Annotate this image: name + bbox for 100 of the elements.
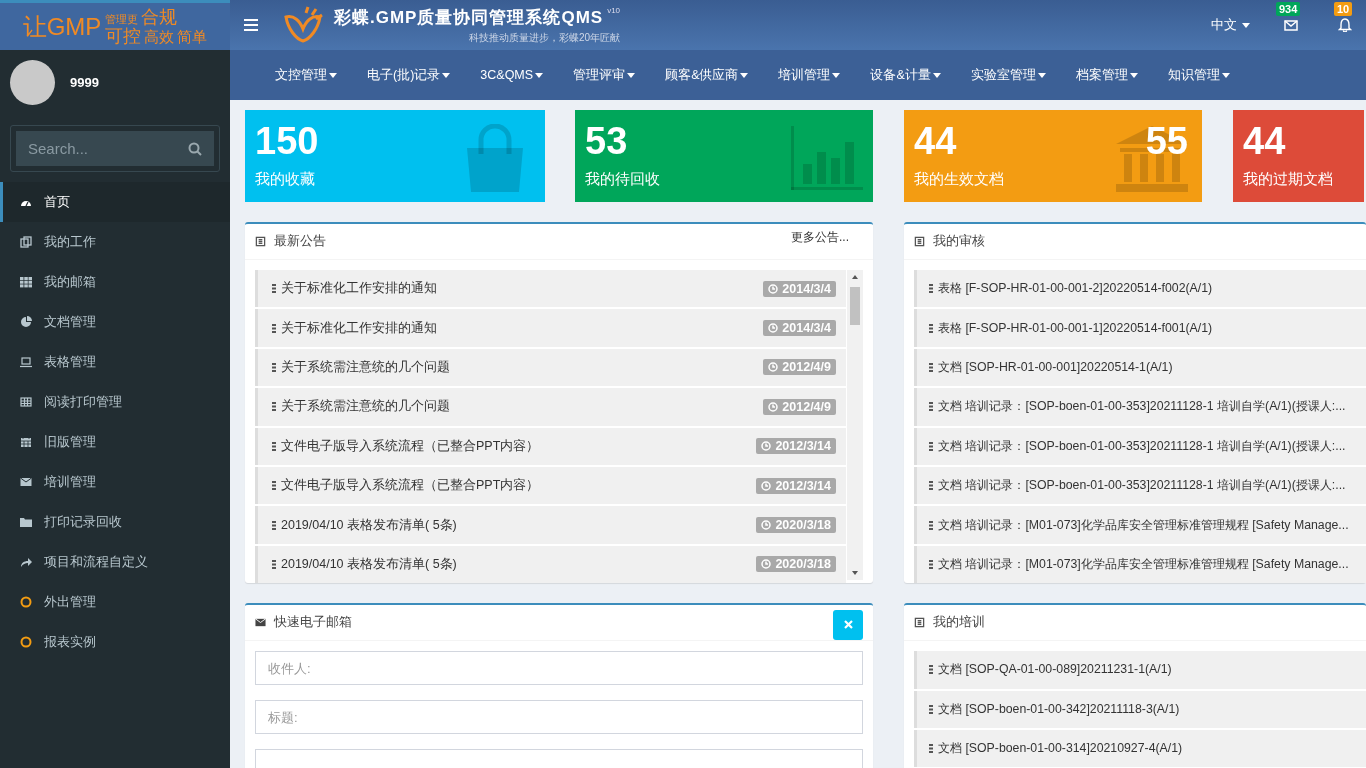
search-field[interactable]: Search...	[16, 131, 214, 166]
scrollbar[interactable]	[847, 270, 863, 580]
grip-icon	[929, 665, 933, 675]
laptop-icon	[20, 356, 32, 368]
announcement-item[interactable]: 2019/04/10 表格发布清单( 5条) 2020/3/18	[255, 506, 846, 544]
training-item[interactable]: 文档 [SOP-QA-01-00-089]20211231-1(A/1)	[914, 651, 1366, 689]
share-arrow-icon	[20, 556, 32, 568]
nav-menu[interactable]: 设备&计量	[870, 66, 941, 84]
review-item[interactable]: 文档 培训记录：[M01-073]化学品库安全管理标准管理规程 [Safety Manage...	[914, 545, 1366, 584]
review-item[interactable]: 文档 培训记录：[SOP-boen-01-00-353]20211128-1 培训自学(A/1)(授课人:...	[914, 388, 1366, 426]
logo-text: 可控	[105, 27, 142, 45]
grip-icon	[929, 402, 933, 412]
announcement-item[interactable]: 关于系统需注意统的几个问题 2012/4/9	[255, 388, 846, 426]
item-title: 文档 培训记录：[SOP-boen-01-00-353]20211128-1 培训自学(A/1)(授课人:...	[938, 477, 1346, 495]
sidebar-item[interactable]: 培训管理	[0, 462, 230, 502]
language-dropdown[interactable]: 中文	[1211, 16, 1250, 34]
grip-icon	[929, 704, 933, 714]
review-item[interactable]: 文档 培训记录：[SOP-boen-01-00-353]20211128-1 培训自学(A/1)(授课人:...	[914, 466, 1366, 505]
nav-menu[interactable]: 管理评审	[573, 66, 636, 84]
user-name: 9999	[70, 75, 99, 90]
announcement-title: 关于系统需注意统的几个问题	[281, 358, 450, 376]
sidebar-item[interactable]: 打印记录回收	[0, 502, 230, 542]
nav-menu[interactable]: 培训管理	[778, 66, 841, 84]
announcement-title: 关于标准化工作安排的通知	[281, 319, 437, 337]
announcement-item[interactable]: 关于系统需注意统的几个问题 2012/4/9	[255, 348, 846, 387]
stat-label: 我的生效文档	[914, 170, 1004, 189]
item-title: 文档 [SOP-boen-01-00-314]20210927-4(A/1)	[938, 740, 1183, 758]
sidebar-item[interactable]: 文档管理	[0, 302, 230, 342]
announcement-item[interactable]: 关于标准化工作安排的通知 2014/3/4	[255, 309, 846, 347]
caret-icon	[442, 72, 451, 78]
slogan: 科技推动质量进步，彩蝶20年匠献	[468, 30, 621, 45]
calendar-icon	[20, 436, 32, 448]
item-title: 文档 培训记录：[SOP-boen-01-00-353]20211128-1 培训自学(A/1)(授课人:...	[938, 398, 1346, 416]
nav-menu[interactable]: 实验室管理	[970, 66, 1046, 84]
nav-menu[interactable]: 文控管理	[275, 66, 337, 84]
review-item[interactable]: 文档 培训记录：[SOP-boen-01-00-353]20211128-1 培训自学(A/1)(授课人:...	[914, 427, 1366, 465]
grip-icon	[272, 520, 276, 530]
mail-icon[interactable]	[1284, 18, 1298, 32]
recipient-field[interactable]: 收件人:	[255, 651, 863, 686]
date-badge: 2012/4/9	[763, 359, 836, 376]
grip-icon	[929, 559, 933, 569]
date-badge: 2020/3/18	[756, 517, 836, 534]
sidebar-item[interactable]: 首页	[0, 182, 230, 222]
envelope-icon	[20, 476, 32, 488]
nav-menu[interactable]: 3C&QMS	[480, 68, 544, 82]
close-button[interactable]	[833, 609, 863, 640]
sidebar-item[interactable]: 项目和流程自定义	[0, 542, 230, 582]
caret-icon	[1242, 22, 1250, 28]
sidebar-item[interactable]: 外出管理	[0, 582, 230, 622]
date-badge: 2012/4/9	[763, 398, 836, 415]
item-title: 表格 [F-SOP-HR-01-00-001-2]20220514-f002(A/1)	[938, 280, 1213, 298]
sidebar-item[interactable]: 旧版管理	[0, 422, 230, 462]
subject-field[interactable]: 标题:	[255, 700, 863, 735]
table-icon	[20, 396, 32, 408]
search-icon[interactable]	[188, 142, 202, 156]
review-item[interactable]: 表格 [F-SOP-HR-01-00-001-2]20220514-f002(A/1)	[914, 270, 1366, 308]
announcement-title: 文件电子版导入系统流程（已整合PPT内容）	[281, 437, 540, 455]
announcement-item[interactable]: 文件电子版导入系统流程（已整合PPT内容） 2012/3/14	[255, 427, 846, 465]
training-item[interactable]: 文档 [SOP-boen-01-00-314]20210927-4(A/1)	[914, 729, 1366, 768]
sidebar-item[interactable]: 我的邮箱	[0, 262, 230, 302]
review-item[interactable]: 表格 [F-SOP-HR-01-00-001-1]20220514-f001(A/1)	[914, 309, 1366, 347]
item-title: 表格 [F-SOP-HR-01-00-001-1]20220514-f001(A/1)	[938, 319, 1213, 337]
clipboard-icon	[255, 236, 266, 247]
bell-icon[interactable]	[1338, 18, 1352, 32]
announcement-item[interactable]: 2019/04/10 表格发布清单( 5条) 2020/3/18	[255, 545, 846, 584]
more-link[interactable]: 更多公告...	[791, 229, 849, 246]
caret-icon	[832, 72, 841, 78]
panel-title: 快速电子邮箱	[274, 614, 352, 632]
clock-icon	[761, 559, 772, 570]
stat-card[interactable]: 44 我的过期文档	[1233, 110, 1364, 202]
caret-icon	[329, 72, 337, 78]
stat-label: 我的收藏	[255, 170, 315, 189]
date-badge: 2012/3/14	[756, 477, 836, 494]
sidebar-item[interactable]: 阅读打印管理	[0, 382, 230, 422]
clock-icon	[761, 480, 772, 491]
nav-menu[interactable]: 知识管理	[1167, 66, 1230, 84]
sidebar-item[interactable]: 我的工作	[0, 222, 230, 262]
announcement-item[interactable]: 关于标准化工作安排的通知 2014/3/4	[255, 270, 846, 308]
grip-icon	[272, 323, 276, 333]
nav-menu[interactable]: 顾客&供应商	[665, 66, 749, 84]
menu-icon[interactable]	[244, 19, 258, 31]
caret-icon	[1221, 72, 1230, 78]
logo-text: 简单	[177, 27, 208, 45]
caret-icon	[1129, 72, 1138, 78]
nav-menu[interactable]: 档案管理	[1075, 66, 1138, 84]
sidebar-item[interactable]: 表格管理	[0, 342, 230, 382]
grip-icon	[929, 362, 933, 372]
review-item[interactable]: 文档 [SOP-HR-01-00-001]20220514-1(A/1)	[914, 348, 1366, 387]
grip-icon	[929, 323, 933, 333]
announcement-item[interactable]: 文件电子版导入系统流程（已整合PPT内容） 2012/3/14	[255, 466, 846, 505]
review-item[interactable]: 文档 培训记录：[M01-073]化学品库安全管理标准管理规程 [Safety Manage...	[914, 506, 1366, 544]
announcement-title: 2019/04/10 表格发布清单( 5条)	[281, 516, 457, 534]
caret-icon	[627, 72, 636, 78]
circle-icon	[20, 596, 32, 608]
nav-menu[interactable]: 电子(批)记录	[367, 66, 451, 84]
grip-icon	[272, 559, 276, 569]
sidebar-item[interactable]: 报表实例	[0, 622, 230, 662]
logo-text: 合规	[141, 8, 178, 26]
training-item[interactable]: 文档 [SOP-boen-01-00-342]20211118-3(A/1)	[914, 690, 1366, 728]
clock-icon	[768, 283, 779, 294]
